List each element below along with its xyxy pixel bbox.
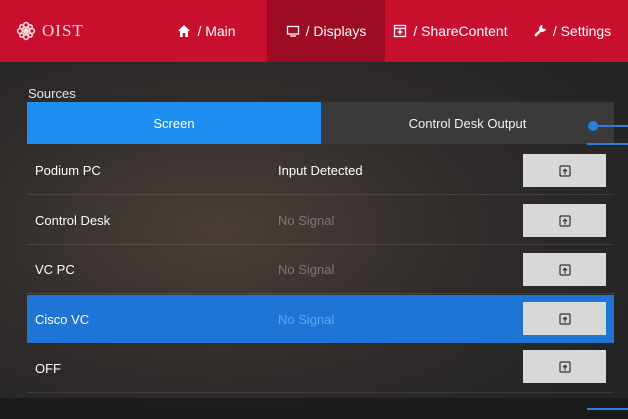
route-source-button[interactable] <box>523 154 606 187</box>
tab-screen[interactable]: Screen <box>27 102 321 144</box>
logo-text: OIST <box>42 21 84 40</box>
bottom-strip <box>0 398 628 419</box>
tab-control-desk-output[interactable]: Control Desk Output <box>321 102 614 144</box>
top-navbar: OIST / Main / Displays / ShareContent / … <box>0 0 628 62</box>
nav-main[interactable]: / Main <box>146 0 267 62</box>
nav-displays-label: / Displays <box>305 23 367 39</box>
share-icon <box>394 24 407 38</box>
source-status: No Signal <box>278 311 335 327</box>
source-row-podium-pc[interactable]: Podium PC Input Detected <box>27 147 614 195</box>
connector-line <box>587 408 628 410</box>
nav-settings-label: / Settings <box>552 23 612 39</box>
source-name: Control Desk <box>35 213 111 228</box>
source-status: No Signal <box>278 213 335 228</box>
source-row-off[interactable]: OFF <box>27 345 614 393</box>
nav-main-label: / Main <box>197 23 236 39</box>
oist-logo: OIST <box>0 0 146 62</box>
nav-sharecontent[interactable]: / ShareContent <box>385 0 516 62</box>
route-icon <box>558 164 571 177</box>
nav-settings[interactable]: / Settings <box>516 0 628 62</box>
source-name: VC PC <box>35 262 75 277</box>
route-source-button[interactable] <box>523 302 606 335</box>
source-status: Input Detected <box>278 163 363 178</box>
source-name: OFF <box>35 361 61 376</box>
home-icon <box>178 25 191 37</box>
display-icon <box>286 25 299 37</box>
route-icon <box>558 263 571 276</box>
route-icon <box>558 312 571 325</box>
nav-sharecontent-label: / ShareContent <box>413 23 508 39</box>
connector-line <box>587 143 628 145</box>
connector-line <box>598 125 628 127</box>
source-tabs: Screen Control Desk Output <box>27 102 614 144</box>
source-row-vc-pc[interactable]: VC PC No Signal <box>27 246 614 294</box>
connector-dot <box>588 121 598 131</box>
source-status: No Signal <box>278 262 335 277</box>
wrench-icon <box>534 25 546 37</box>
route-icon <box>558 214 571 227</box>
oist-emblem-icon <box>16 21 36 41</box>
source-name: Cisco VC <box>35 311 90 327</box>
source-name: Podium PC <box>35 163 101 178</box>
route-source-button[interactable] <box>523 350 606 383</box>
source-row-control-desk[interactable]: Control Desk No Signal <box>27 197 614 245</box>
nav-displays[interactable]: / Displays <box>267 0 385 62</box>
source-row-cisco-vc[interactable]: Cisco VC No Signal <box>27 295 614 343</box>
sources-heading: Sources <box>28 86 76 101</box>
route-icon <box>558 360 571 373</box>
route-source-button[interactable] <box>523 204 606 237</box>
route-source-button[interactable] <box>523 253 606 286</box>
